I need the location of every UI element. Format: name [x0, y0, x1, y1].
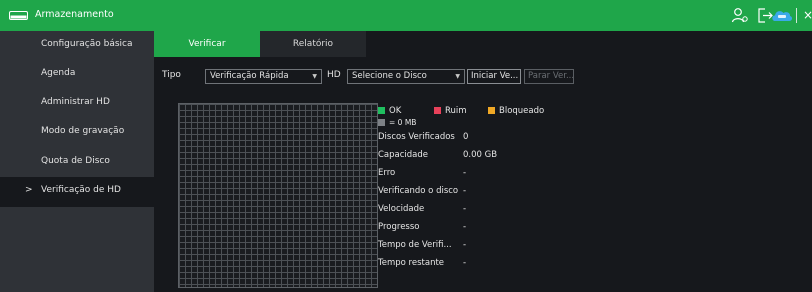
info-value: -: [463, 240, 467, 250]
info-label: Velocidade: [378, 204, 425, 214]
chevron-right-icon: >: [25, 185, 33, 195]
sidebar: Configuração básica Agenda Administrar H…: [0, 31, 154, 292]
sidebar-item-modo-gravacao[interactable]: Modo de gravação: [0, 118, 154, 148]
blocked-swatch: [488, 107, 495, 114]
hdd-icon: [9, 11, 28, 20]
cloud-icon[interactable]: [771, 7, 793, 24]
sidebar-item-administrar-hd[interactable]: Administrar HD: [0, 89, 154, 119]
start-check-button[interactable]: Iniciar Ve...: [467, 69, 521, 84]
tab-relatorio[interactable]: Relatório: [260, 31, 366, 57]
info-label: Capacidade: [378, 150, 429, 160]
info-label: Progresso: [378, 222, 420, 232]
info-value: 0.00 GB: [463, 150, 498, 160]
info-value: -: [463, 258, 467, 268]
sidebar-item-label: Quota de Disco: [41, 156, 110, 166]
legend-blocked: Bloqueado: [488, 106, 544, 116]
info-value: -: [463, 204, 467, 214]
sidebar-item-configuracao-basica[interactable]: Configuração básica: [0, 31, 154, 61]
ok-swatch: [378, 107, 385, 114]
tab-verificar[interactable]: Verificar: [154, 31, 260, 57]
info-value: -: [463, 186, 467, 196]
unit-swatch: [378, 119, 385, 126]
main-panel: Verificar Relatório Tipo Verificação Ráp…: [154, 31, 812, 292]
info-label: Tempo restante: [378, 258, 445, 268]
sidebar-item-agenda[interactable]: Agenda: [0, 60, 154, 90]
tipo-label: Tipo: [162, 70, 181, 80]
info-label: Erro: [378, 168, 396, 178]
hd-select[interactable]: Selecione o Disco ▼: [347, 69, 465, 84]
hd-label: HD: [327, 70, 341, 80]
legend-bad: Ruim: [434, 106, 467, 116]
sidebar-item-label: Modo de gravação: [41, 126, 125, 136]
stop-check-button[interactable]: Parar Ver...: [524, 69, 574, 84]
sidebar-item-quota-disco[interactable]: Quota de Disco: [0, 148, 154, 178]
sidebar-item-label: Configuração básica: [41, 39, 133, 49]
tipo-select-value: Verificação Rápida: [210, 71, 289, 81]
title-bar: Armazenamento ×: [0, 0, 812, 31]
toolbar-separator: [796, 8, 797, 23]
info-value: -: [463, 168, 467, 178]
chevron-down-icon: ▼: [312, 73, 317, 80]
disk-sector-map: [178, 103, 378, 288]
close-icon[interactable]: ×: [803, 7, 812, 24]
chevron-down-icon: ▼: [455, 73, 460, 80]
info-value: 0: [463, 132, 469, 142]
bad-swatch: [434, 107, 441, 114]
sidebar-item-label: Agenda: [41, 68, 76, 78]
info-value: -: [463, 222, 467, 232]
info-label: Discos Verificados: [378, 132, 455, 142]
user-settings-icon[interactable]: [731, 7, 749, 24]
sidebar-item-label: Administrar HD: [41, 97, 110, 107]
hd-select-value: Selecione o Disco: [352, 71, 427, 81]
sidebar-item-label: Verificação de HD: [41, 185, 121, 195]
window-title: Armazenamento: [35, 9, 114, 20]
tipo-select[interactable]: Verificação Rápida ▼: [205, 69, 322, 84]
legend-ok: OK: [378, 106, 401, 116]
info-label: Verificando o disco: [378, 186, 459, 196]
sidebar-item-verificacao-hd[interactable]: > Verificação de HD: [0, 177, 154, 207]
info-label: Tempo de Verifi...: [378, 240, 452, 250]
legend-unit: = 0 MB: [378, 118, 416, 127]
